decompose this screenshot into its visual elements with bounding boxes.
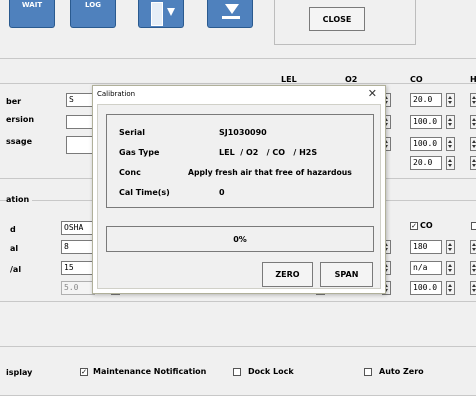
download-base-icon — [222, 16, 240, 19]
co-s2-field-2[interactable]: n/a — [410, 261, 442, 275]
h-spin-1[interactable] — [470, 93, 476, 107]
section2-label-interval2: /al — [10, 265, 22, 274]
co-spin-3[interactable] — [446, 137, 455, 151]
section2-label-interval: al — [10, 244, 19, 253]
h-s2-spin-2[interactable] — [470, 261, 476, 275]
serial-value: SJ1030090 — [219, 128, 267, 137]
section2-label-mode: d — [10, 225, 16, 234]
h-s2-spin-3[interactable] — [470, 281, 476, 295]
co-s2-spin-2[interactable] — [446, 261, 455, 275]
value-5: 5.0 — [64, 283, 79, 292]
co-spin-1[interactable] — [446, 93, 455, 107]
conc-label: Conc — [119, 168, 141, 177]
mode-field[interactable]: OSHA — [61, 221, 95, 235]
co-field-2[interactable]: 100.0 — [410, 115, 442, 129]
export-button[interactable] — [138, 0, 184, 28]
co-s2-field-1[interactable]: 180 — [410, 240, 442, 254]
cal-time-label: Cal Time(s) — [119, 188, 170, 197]
auto-zero-checkbox[interactable] — [364, 368, 372, 376]
dock-lock-label: Dock Lock — [248, 367, 294, 376]
progress-bar: 0% — [106, 226, 374, 252]
span-button[interactable]: SPAN — [320, 262, 373, 287]
config-label-version: ersion — [6, 115, 35, 124]
config-label-message: ssage — [6, 137, 33, 146]
h-checkbox[interactable] — [471, 222, 476, 230]
co-checkbox[interactable]: ✓ — [410, 222, 418, 230]
col-h: H — [470, 75, 476, 84]
h-spin-4[interactable] — [470, 156, 476, 170]
dialog-body: Serial SJ1030090 Gas Type LEL / O2 / CO … — [97, 104, 381, 289]
close-icon[interactable]: ✕ — [368, 87, 377, 100]
co-spin-2[interactable] — [446, 115, 455, 129]
log-button[interactable]: LOG — [70, 0, 116, 28]
cal-time-value: 0 — [219, 188, 225, 197]
co-value-3: 100.0 — [413, 139, 438, 148]
col-lel: LEL — [281, 75, 297, 84]
zero-label: ZERO — [275, 270, 300, 279]
dialog-title: Calibration — [97, 90, 136, 98]
co-check-label: CO — [420, 221, 433, 230]
section2-title: ation — [6, 195, 33, 204]
dock-lock-checkbox[interactable] — [233, 368, 241, 376]
progress-text: 0% — [233, 235, 247, 244]
gas-type-value: LEL / O2 / CO / H2S — [219, 148, 318, 157]
co-value-4: 20.0 — [413, 158, 433, 167]
co-s2-value-2: n/a — [413, 263, 428, 272]
h-spin-3[interactable] — [470, 137, 476, 151]
close-button[interactable]: CLOSE — [309, 7, 365, 31]
wait-button[interactable]: WAIT — [9, 0, 55, 28]
separator — [0, 58, 476, 59]
zero-button[interactable]: ZERO — [262, 262, 313, 287]
value-8: 8 — [64, 242, 69, 251]
span-label: SPAN — [334, 270, 359, 279]
close-label: CLOSE — [322, 14, 352, 24]
info-panel: Serial SJ1030090 Gas Type LEL / O2 / CO … — [106, 114, 374, 208]
calibration-dialog: Calibration ✕ Serial SJ1030090 Gas Type … — [92, 85, 386, 294]
download-button[interactable] — [207, 0, 253, 28]
value-15: 15 — [64, 263, 74, 272]
co-field-1[interactable]: 20.0 — [410, 93, 442, 107]
conc-value: Apply fresh air that free of hazardous — [188, 168, 352, 177]
dialog-titlebar[interactable]: Calibration ✕ — [93, 86, 385, 104]
arrow-down-icon — [167, 8, 175, 16]
col-co: CO — [410, 75, 423, 84]
co-spin-4[interactable] — [446, 156, 455, 170]
serial-label: Serial — [119, 128, 146, 137]
co-value-2: 100.0 — [413, 117, 438, 126]
col-o2: O2 — [345, 75, 358, 84]
wait-label: WAIT — [21, 1, 43, 9]
h-spin-2[interactable] — [470, 115, 476, 129]
auto-zero-label: Auto Zero — [379, 367, 424, 376]
serial-partial: S — [69, 95, 74, 104]
download-icon — [225, 4, 239, 14]
log-label: LOG — [85, 1, 101, 9]
field-15[interactable]: 15 — [61, 261, 95, 275]
field-8[interactable]: 8 — [61, 240, 95, 254]
maintenance-checkbox[interactable]: ✓ — [80, 368, 88, 376]
field-5[interactable]: 5.0 — [61, 281, 95, 295]
config-label-number: ber — [6, 97, 22, 106]
h-s2-spin-1[interactable] — [470, 240, 476, 254]
co-field-3[interactable]: 100.0 — [410, 137, 442, 151]
co-s2-value-1: 180 — [413, 242, 428, 251]
co-value-1: 20.0 — [413, 95, 433, 104]
co-s2-value-3: 100.0 — [413, 283, 438, 292]
mode-value: OSHA — [64, 223, 84, 232]
co-s2-spin-3[interactable] — [446, 281, 455, 295]
display-label: isplay — [6, 368, 33, 377]
co-field-4[interactable]: 20.0 — [410, 156, 442, 170]
maintenance-label: Maintenance Notification — [93, 367, 207, 376]
co-s2-spin-1[interactable] — [446, 240, 455, 254]
co-s2-field-3[interactable]: 100.0 — [410, 281, 442, 295]
export-icon — [151, 2, 163, 26]
gas-type-label: Gas Type — [119, 148, 160, 157]
